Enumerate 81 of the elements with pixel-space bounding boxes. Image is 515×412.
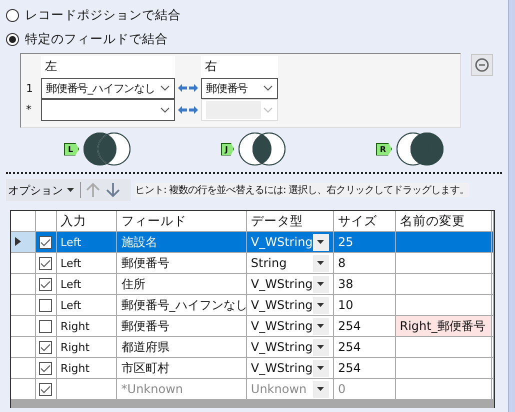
caret-down-icon <box>317 387 324 391</box>
venn-diagram-icon[interactable] <box>81 132 134 166</box>
checkbox[interactable] <box>39 278 52 290</box>
table-cell: Right_郵便番号 <box>400 318 486 332</box>
column-header: 左 <box>41 56 175 78</box>
chevron-down-icon <box>160 106 170 113</box>
chevron-down-icon <box>263 85 273 92</box>
table-cell: V_WString <box>250 235 313 249</box>
table-cell: V_WString <box>250 298 313 312</box>
table-cell: 郵便番号 <box>121 256 170 270</box>
output-tag: J <box>220 142 234 156</box>
caret-down-icon <box>317 240 324 244</box>
output-tag: L <box>64 142 80 156</box>
current-row-icon <box>15 237 21 246</box>
table-cell: 254 <box>338 361 361 375</box>
remove-button[interactable] <box>471 54 493 76</box>
checkbox[interactable] <box>39 256 52 270</box>
venn-diagram-icon[interactable] <box>394 132 446 166</box>
table-cell: Left <box>60 278 82 290</box>
caret-down-icon <box>317 282 324 286</box>
table-cell: 施設名 <box>121 234 158 248</box>
table-cell: 市区町村 <box>121 360 170 374</box>
column-header: 右 <box>201 56 278 78</box>
table-cell: 郵便番号 <box>121 318 170 332</box>
table-cell: 住所 <box>121 276 146 290</box>
table-cell: Unknown <box>250 382 307 396</box>
table-cell: 都道府県 <box>121 340 170 354</box>
checkbox[interactable] <box>39 236 52 248</box>
type-dropdown-button[interactable] <box>312 338 329 356</box>
type-dropdown-button[interactable] <box>312 276 329 292</box>
checkbox[interactable] <box>39 320 52 332</box>
table-cell: V_WString <box>250 277 313 291</box>
caret-down-icon <box>317 261 324 265</box>
checkbox[interactable] <box>39 340 52 354</box>
table-cell: 254 <box>338 319 361 333</box>
type-dropdown-button[interactable] <box>312 318 329 334</box>
table-cell: Right <box>60 362 90 374</box>
row-number: 1 <box>25 80 34 97</box>
table-cell: V_WString <box>250 319 313 333</box>
minus-circle-icon <box>475 58 489 72</box>
radio-label: 特定のフィールドで結合 <box>25 30 168 48</box>
type-dropdown-button[interactable] <box>312 254 329 272</box>
checkbox[interactable] <box>39 298 52 312</box>
move-down-icon[interactable] <box>105 182 121 198</box>
venn-diagram-icon[interactable] <box>236 132 288 166</box>
row-number: * <box>25 102 32 118</box>
caret-down-icon <box>317 345 324 349</box>
table-cell: V_WString <box>250 340 313 354</box>
radio-label: レコードポジションで結合 <box>25 6 181 24</box>
table-cell: Left <box>60 236 82 248</box>
table-cell: 25 <box>338 235 354 249</box>
table-cell: 254 <box>338 340 361 354</box>
chevron-down-icon <box>263 106 273 113</box>
table-cell: 10 <box>338 298 354 312</box>
chevron-down-icon <box>160 85 170 92</box>
table-cell: Right <box>60 320 90 332</box>
type-dropdown-button[interactable] <box>312 360 329 376</box>
table-cell: 8 <box>338 256 346 270</box>
caret-down-icon <box>317 366 324 370</box>
radio-button[interactable] <box>6 8 19 22</box>
left-field-dropdown[interactable]: 郵便番号_ハイフンなし <box>41 78 175 99</box>
type-dropdown-button[interactable] <box>312 296 329 314</box>
table-cell: 郵便番号_ハイフンなし <box>121 298 246 312</box>
radio-button[interactable] <box>6 32 19 46</box>
table-cell: String <box>250 256 287 270</box>
table-cell: Right <box>60 340 90 354</box>
table-cell: 38 <box>338 277 354 291</box>
caret-down-icon <box>317 324 324 328</box>
table-cell: Left <box>60 298 82 312</box>
caret-down-icon <box>67 188 74 192</box>
output-tag: R <box>376 142 392 156</box>
type-dropdown-button[interactable] <box>312 234 329 250</box>
checkbox[interactable] <box>39 362 52 374</box>
table-cell: 0 <box>338 382 346 396</box>
hint-text: ヒント: 複数の行を並べ替えるには: 選択し、右クリックしてドラッグします。 <box>135 183 470 197</box>
right-field-dropdown[interactable]: 郵便番号 <box>201 78 278 99</box>
table-cell: Left <box>60 256 82 270</box>
caret-down-icon <box>317 303 324 307</box>
left-field-dropdown[interactable] <box>41 99 175 120</box>
table-cell: V_WString <box>250 361 313 375</box>
table-cell: *Unknown <box>121 382 184 396</box>
